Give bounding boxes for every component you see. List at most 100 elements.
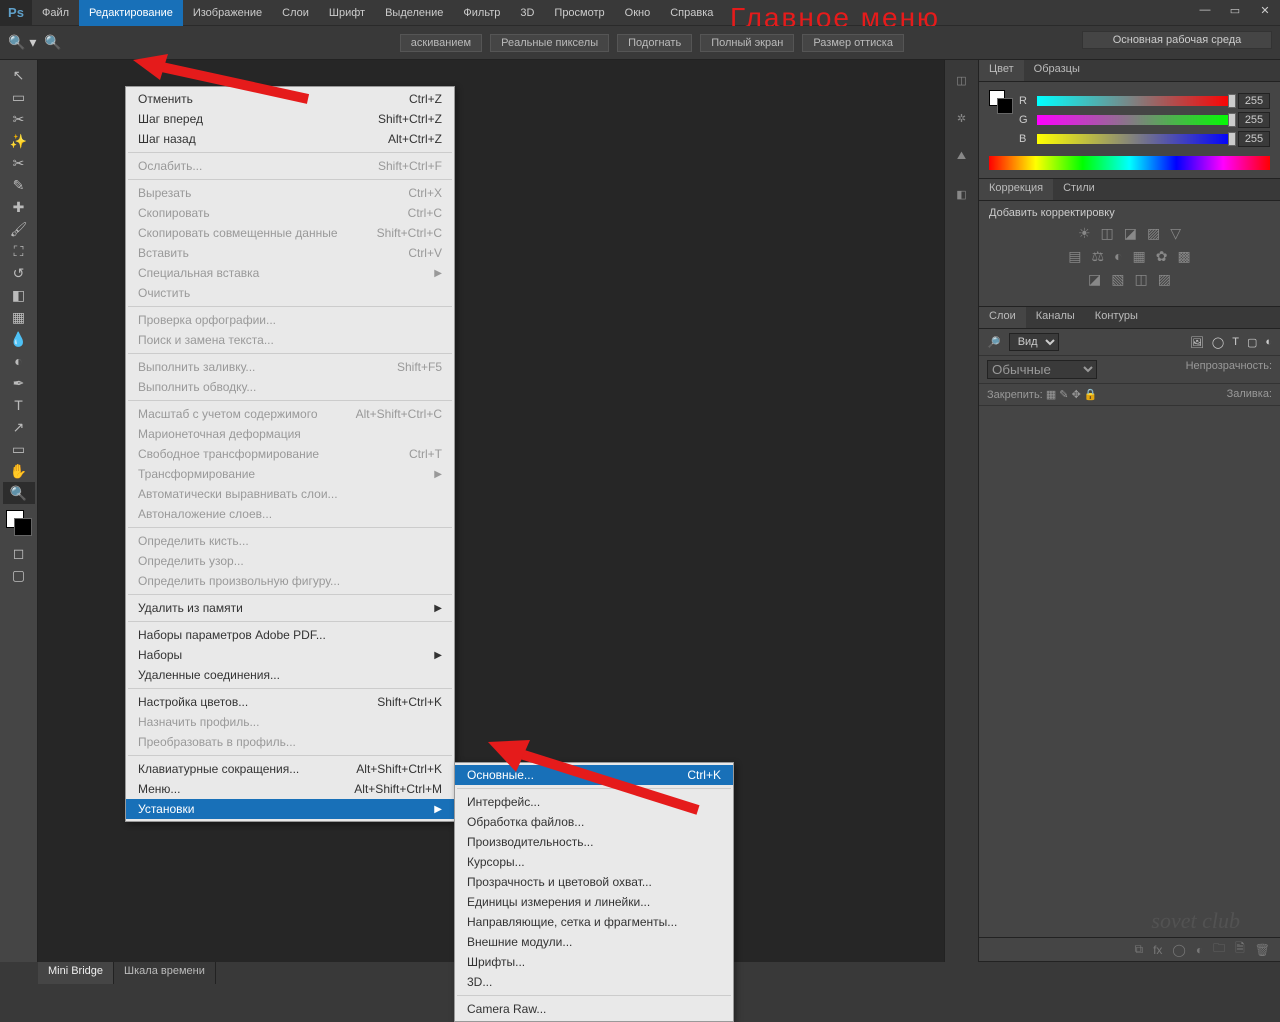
- menu-item[interactable]: Установки▶: [126, 799, 454, 819]
- zoom-tool-icon[interactable]: 🔍: [44, 34, 61, 51]
- tab-channels[interactable]: Каналы: [1026, 307, 1085, 328]
- lock-icon[interactable]: ✎: [1059, 389, 1068, 401]
- adjustment-icon[interactable]: ◫: [1101, 225, 1114, 242]
- mask-icon[interactable]: ◯: [1172, 943, 1185, 957]
- path-tool-icon[interactable]: ↗: [3, 416, 35, 438]
- blend-mode-select[interactable]: Обычные: [987, 360, 1097, 379]
- filter-icon[interactable]: T: [1232, 336, 1239, 348]
- trash-icon[interactable]: 🗑: [1255, 943, 1270, 957]
- adjustment-icon[interactable]: ◪: [1124, 225, 1137, 242]
- filter-icon[interactable]: ◐: [1265, 336, 1272, 348]
- hand-tool-icon[interactable]: ✋: [3, 460, 35, 482]
- eraser-tool-icon[interactable]: ◧: [3, 284, 35, 306]
- tab-styles[interactable]: Стили: [1053, 179, 1105, 200]
- adjustment-icon[interactable]: ⚖: [1092, 248, 1105, 265]
- tab-layers[interactable]: Слои: [979, 307, 1026, 328]
- menu-item[interactable]: Удалить из памяти▶: [126, 598, 454, 618]
- move-tool-icon[interactable]: ↖: [3, 64, 35, 86]
- menu-item[interactable]: ОтменитьCtrl+Z: [126, 89, 454, 109]
- adjustment-icon[interactable]: ◐: [1196, 943, 1203, 957]
- tab-timeline[interactable]: Шкала времени: [114, 962, 216, 984]
- menu-редактирование[interactable]: Редактирование: [79, 0, 183, 26]
- search-icon[interactable]: 🔎: [987, 336, 1001, 349]
- menu-справка[interactable]: Справка: [660, 0, 723, 26]
- menu-слои[interactable]: Слои: [272, 0, 319, 26]
- quickmask-icon[interactable]: ◻: [3, 542, 35, 564]
- menu-item[interactable]: Удаленные соединения...: [126, 665, 454, 685]
- tab-paths[interactable]: Контуры: [1085, 307, 1148, 328]
- link-icon[interactable]: ⧉: [1134, 942, 1143, 957]
- close-icon[interactable]: ✕: [1250, 0, 1280, 20]
- menu-item[interactable]: Меню...Alt+Shift+Ctrl+M: [126, 779, 454, 799]
- b-slider[interactable]: [1037, 134, 1232, 144]
- adjustment-icon[interactable]: ▤: [1068, 248, 1081, 265]
- panel-icon[interactable]: ⛰: [950, 150, 974, 174]
- menu-3d[interactable]: 3D: [510, 0, 544, 26]
- filter-icon[interactable]: 🖼: [1190, 336, 1204, 349]
- menu-item[interactable]: Прозрачность и цветовой охват...: [455, 872, 733, 892]
- g-slider[interactable]: [1037, 115, 1232, 125]
- zoom-tool-icon[interactable]: 🔍: [3, 482, 35, 504]
- history-brush-icon[interactable]: ↺: [3, 262, 35, 284]
- menu-item[interactable]: Шаг назадAlt+Ctrl+Z: [126, 129, 454, 149]
- adjustment-icon[interactable]: ▽: [1170, 225, 1181, 242]
- menu-item[interactable]: Курсоры...: [455, 852, 733, 872]
- b-value[interactable]: 255: [1238, 131, 1270, 147]
- menu-item[interactable]: Клавиатурные сокращения...Alt+Shift+Ctrl…: [126, 759, 454, 779]
- fx-icon[interactable]: fx: [1153, 943, 1162, 957]
- color-swatch[interactable]: [6, 510, 32, 536]
- blur-tool-icon[interactable]: 💧: [3, 328, 35, 350]
- menu-выделение[interactable]: Выделение: [375, 0, 453, 26]
- dodge-tool-icon[interactable]: ◐: [3, 350, 35, 372]
- menu-item[interactable]: Основные...Ctrl+K: [455, 765, 733, 785]
- menu-просмотр[interactable]: Просмотр: [544, 0, 614, 26]
- panel-icon[interactable]: ✲: [950, 112, 974, 136]
- menu-изображение[interactable]: Изображение: [183, 0, 272, 26]
- menu-item[interactable]: Единицы измерения и линейки...: [455, 892, 733, 912]
- menu-item[interactable]: Обработка файлов...: [455, 812, 733, 832]
- panel-icon[interactable]: ◧: [950, 188, 974, 212]
- adjustment-icon[interactable]: ▦: [1133, 248, 1146, 265]
- menu-item[interactable]: Camera Raw...: [455, 999, 733, 1019]
- pen-tool-icon[interactable]: ✒: [3, 372, 35, 394]
- maximize-icon[interactable]: ▭: [1220, 0, 1250, 20]
- tab-minibridge[interactable]: Mini Bridge: [38, 962, 114, 984]
- tab-color[interactable]: Цвет: [979, 60, 1024, 81]
- menu-item[interactable]: 3D...: [455, 972, 733, 992]
- menu-item[interactable]: Наборы параметров Adobe PDF...: [126, 625, 454, 645]
- options-button[interactable]: Размер оттиска: [802, 34, 904, 52]
- adjustment-icon[interactable]: ▨: [1158, 271, 1171, 288]
- zoom-tool-icon[interactable]: 🔍 ▾: [8, 34, 36, 51]
- minimize-icon[interactable]: —: [1190, 0, 1220, 20]
- eyedropper-tool-icon[interactable]: ✎: [3, 174, 35, 196]
- menu-item[interactable]: Настройка цветов...Shift+Ctrl+K: [126, 692, 454, 712]
- adjustment-icon[interactable]: ☀: [1078, 225, 1091, 242]
- adjustment-icon[interactable]: ◐: [1114, 248, 1122, 265]
- menu-окно[interactable]: Окно: [615, 0, 661, 26]
- folder-icon[interactable]: 🗀: [1213, 939, 1225, 960]
- menu-шрифт[interactable]: Шрифт: [319, 0, 375, 26]
- heal-tool-icon[interactable]: ✚: [3, 196, 35, 218]
- type-tool-icon[interactable]: T: [3, 394, 35, 416]
- options-button[interactable]: Полный экран: [700, 34, 794, 52]
- lock-icon[interactable]: ▦: [1046, 389, 1056, 401]
- g-value[interactable]: 255: [1238, 112, 1270, 128]
- menu-item[interactable]: Производительность...: [455, 832, 733, 852]
- r-slider[interactable]: [1037, 96, 1232, 106]
- shape-tool-icon[interactable]: ▭: [3, 438, 35, 460]
- lock-icon[interactable]: ✥: [1072, 389, 1081, 401]
- lasso-tool-icon[interactable]: ✂: [3, 108, 35, 130]
- workspace-dropdown[interactable]: Основная рабочая среда: [1082, 31, 1272, 49]
- menu-item[interactable]: Внешние модули...: [455, 932, 733, 952]
- tab-swatches[interactable]: Образцы: [1024, 60, 1090, 81]
- adjustment-icon[interactable]: ✿: [1156, 248, 1168, 265]
- options-button[interactable]: Подогнать: [617, 34, 692, 52]
- menu-item[interactable]: Интерфейс...: [455, 792, 733, 812]
- r-value[interactable]: 255: [1238, 93, 1270, 109]
- wand-tool-icon[interactable]: ✨: [3, 130, 35, 152]
- brush-tool-icon[interactable]: 🖌: [3, 218, 35, 240]
- menu-файл[interactable]: Файл: [32, 0, 79, 26]
- menu-item[interactable]: Наборы▶: [126, 645, 454, 665]
- options-button[interactable]: Реальные пикселы: [490, 34, 609, 52]
- adjustment-icon[interactable]: ▧: [1111, 271, 1124, 288]
